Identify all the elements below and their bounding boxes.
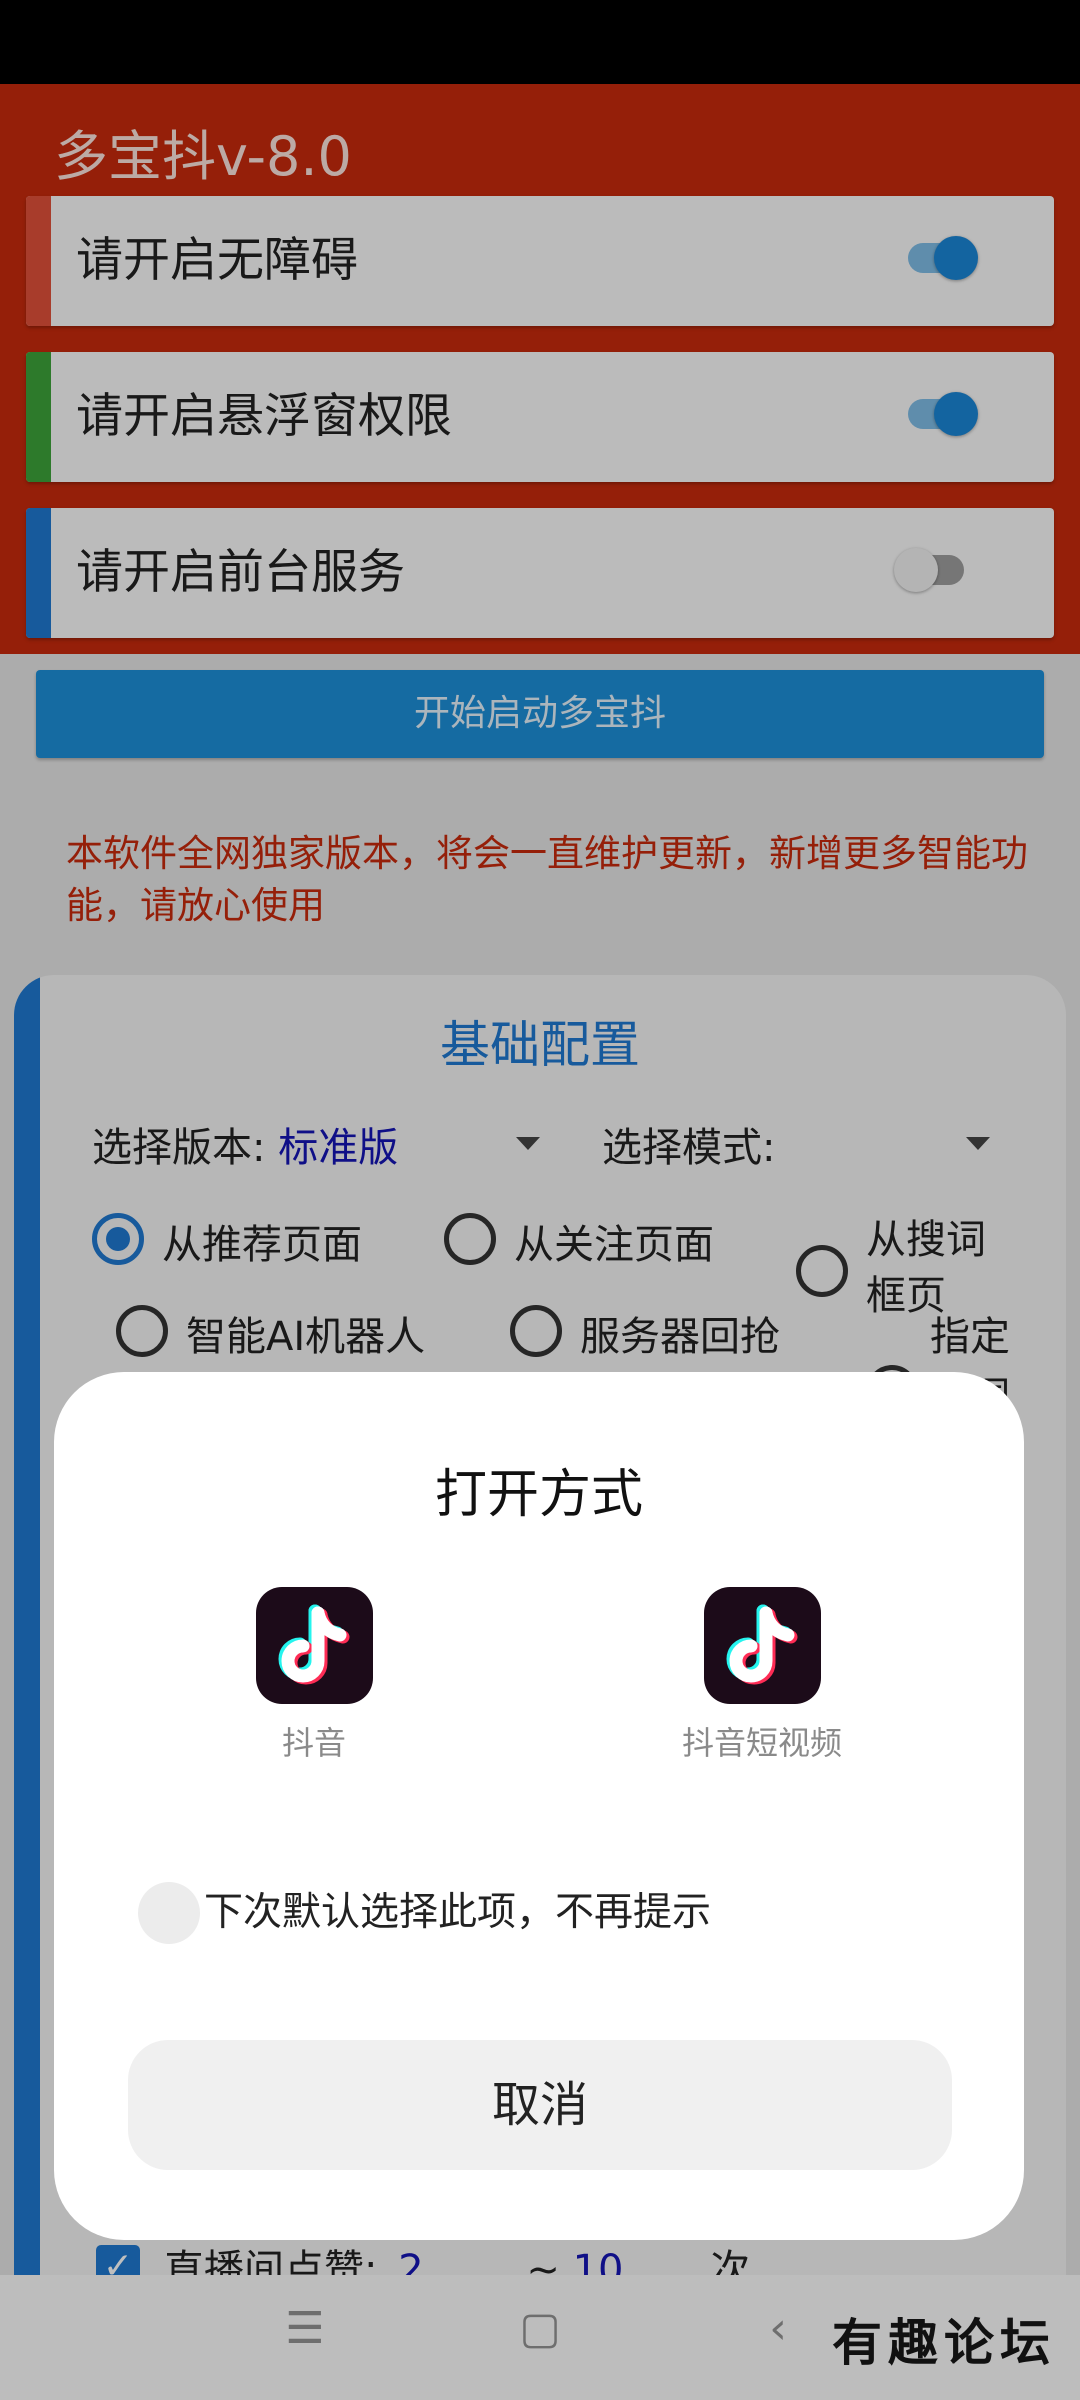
remember-choice-checkbox[interactable] bbox=[138, 1882, 200, 1944]
tiktok-logo-icon bbox=[703, 1587, 821, 1704]
app-name-douyin-short-video: 抖音短视频 bbox=[681, 1724, 842, 1762]
app-name-douyin: 抖音 bbox=[281, 1724, 346, 1762]
menu-icon[interactable]: ☰ bbox=[275, 2303, 335, 2354]
dialog-title: 打开方式 bbox=[434, 1465, 643, 1525]
remember-choice-label[interactable]: 下次默认选择此项，不再提示 bbox=[204, 1882, 711, 1944]
app-option-douyin[interactable]: 抖音 bbox=[204, 1587, 424, 1764]
home-icon[interactable]: ▢ bbox=[510, 2303, 570, 2354]
cancel-button[interactable]: 取消 bbox=[128, 2040, 952, 2170]
back-icon[interactable]: ‹ bbox=[748, 2303, 808, 2354]
forum-watermark: 有趣论坛 bbox=[832, 2313, 1056, 2372]
system-nav-bar: ☰ ▢ ‹ 有趣论坛 bbox=[0, 2275, 1080, 2400]
tiktok-logo-icon bbox=[255, 1587, 373, 1704]
open-with-dialog: 打开方式 抖音 抖音短视频 下次默认选择此项，不再提示 取消 bbox=[54, 1372, 1024, 2240]
status-bar bbox=[0, 0, 1080, 84]
app-option-douyin-short-video[interactable]: 抖音短视频 bbox=[652, 1587, 872, 1764]
